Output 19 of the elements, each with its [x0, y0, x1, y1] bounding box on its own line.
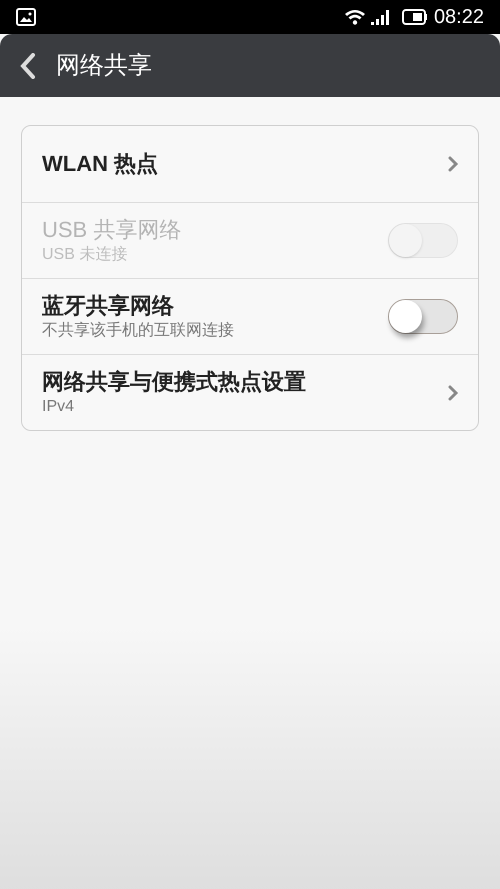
signal-icon: [370, 9, 390, 25]
row-title: WLAN 热点: [42, 150, 158, 178]
row-subtitle: USB 未连接: [42, 244, 128, 264]
row-subtitle: 不共享该手机的互联网连接: [42, 320, 234, 340]
chevron-right-icon: [448, 384, 458, 400]
row-title: 蓝牙共享网络: [42, 292, 175, 320]
row-title: 网络共享与便携式热点设置: [42, 368, 306, 396]
row-subtitle: IPv4: [42, 396, 76, 416]
settings-row[interactable]: WLAN 热点: [22, 126, 478, 202]
clock-time: 08:22: [434, 5, 484, 30]
wifi-icon: [344, 9, 366, 25]
battery-icon: [402, 9, 428, 25]
picture-notification-icon: [16, 8, 36, 26]
toggle-switch[interactable]: [388, 299, 458, 334]
page-title: 网络共享: [56, 50, 152, 80]
chevron-right-icon: [448, 156, 458, 172]
settings-row[interactable]: 蓝牙共享网络 不共享该手机的互联网连接: [22, 278, 478, 354]
settings-row[interactable]: 网络共享与便携式热点设置 IPv4: [22, 354, 478, 430]
row-title: USB 共享网络: [42, 216, 182, 244]
